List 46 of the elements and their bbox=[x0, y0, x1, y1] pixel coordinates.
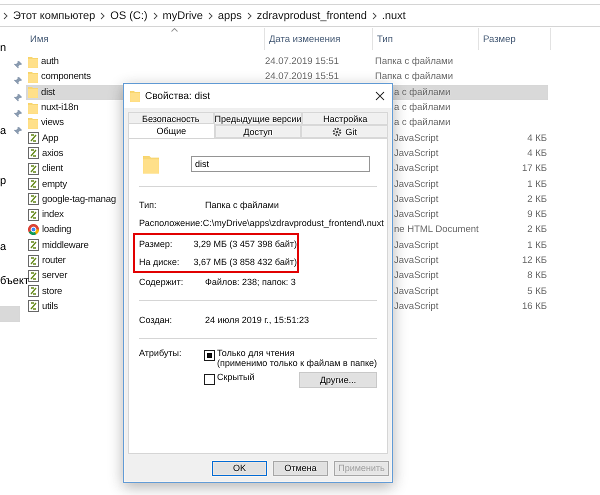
file-size: 4 КБ bbox=[526, 132, 547, 144]
file-date: 24.07.2019 15:51 bbox=[264, 71, 340, 82]
file-size: 4 КБ bbox=[526, 148, 547, 159]
file-type: а с файлами bbox=[394, 86, 452, 98]
file-type: JavaScript bbox=[394, 255, 440, 266]
file-size: 1 КБ bbox=[526, 178, 547, 190]
property-value: 3,67 МБ (3 858 432 байт) bbox=[193, 257, 297, 268]
checkbox-note: (применимо только к файлам в папке) bbox=[217, 358, 377, 368]
file-type: JavaScript bbox=[394, 270, 440, 282]
file-type: ne HTML Document bbox=[394, 224, 480, 236]
file-type: JavaScript bbox=[394, 194, 440, 205]
property-label: Тип: bbox=[139, 200, 158, 210]
file-type: JavaScript bbox=[394, 286, 440, 297]
property-value: Файлов: 238; папок: 3 bbox=[205, 277, 296, 288]
file-size: 17 КБ bbox=[521, 163, 547, 174]
file-type: JavaScript bbox=[394, 300, 440, 312]
file-size: 8 КБ bbox=[526, 270, 547, 282]
property-label: На диске: bbox=[139, 257, 180, 268]
property-label: Размер: bbox=[139, 238, 174, 249]
attributes-label: Атрибуты: bbox=[139, 348, 183, 360]
file-size: 2 КБ bbox=[526, 224, 547, 236]
file-size: 1 КБ bbox=[526, 240, 547, 251]
property-label: Расположение: bbox=[139, 218, 203, 228]
file-type: JavaScript bbox=[394, 148, 440, 159]
file-type: JavaScript bbox=[394, 132, 440, 144]
property-label: Создан: bbox=[139, 314, 174, 325]
file-type: JavaScript bbox=[394, 209, 440, 220]
file-size: 9 КБ bbox=[526, 209, 547, 220]
file-type: Папка с файлами bbox=[374, 56, 454, 68]
property-value: 24 июля 2019 г., 15:51:23 bbox=[205, 314, 309, 325]
property-value: C:\myDrive\apps\zdravprodust_frontend\.nuxt bbox=[202, 218, 384, 228]
property-value: 3,29 МБ (3 457 398 байт) bbox=[193, 238, 297, 249]
file-size: 16 КБ bbox=[521, 300, 547, 312]
file-type: JavaScript bbox=[394, 163, 440, 174]
file-type: а с файлами bbox=[394, 102, 452, 114]
file-date: 24.07.2019 15:51 bbox=[264, 56, 340, 68]
file-size: 12 КБ bbox=[521, 255, 547, 266]
file-size: 2 КБ bbox=[526, 194, 547, 205]
file-size: 5 КБ bbox=[526, 286, 547, 297]
file-type: а с файлами bbox=[394, 117, 452, 128]
file-type: JavaScript bbox=[394, 240, 440, 251]
property-label: Содержит: bbox=[139, 277, 184, 288]
file-type: JavaScript bbox=[394, 178, 440, 190]
dialog-title: Свойства: dist bbox=[145, 90, 212, 102]
property-value: Папка с файлами bbox=[205, 200, 279, 210]
file-type: Папка с файлами bbox=[374, 71, 454, 82]
